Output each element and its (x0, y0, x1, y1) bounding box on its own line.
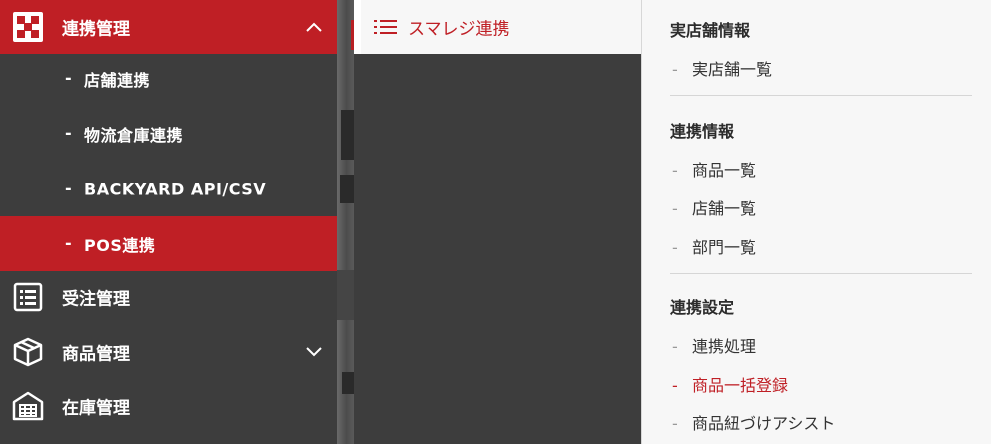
link-store-list[interactable]: - 店舗一覧 (672, 195, 756, 219)
link-physical-store-list[interactable]: - 実店舗一覧 (672, 56, 772, 80)
bullet-dash: - (672, 414, 678, 433)
background-shape (340, 175, 354, 203)
sidebar-item-label: 受注管理 (62, 289, 130, 310)
bullet-dash: - (672, 161, 678, 180)
submenu-item-label: BACKYARD API/CSV (84, 179, 267, 198)
link-label: 店舗一覧 (692, 199, 757, 218)
puzzle-icon (13, 12, 43, 42)
submenu-item-label: POS連携 (84, 235, 156, 255)
link-label: 商品一括登録 (692, 376, 789, 395)
submenu-item-backyard-api[interactable]: - BACKYARD API/CSV (0, 161, 337, 216)
sidebar-item-products[interactable]: 商品管理 (0, 325, 337, 379)
warehouse-icon (12, 391, 44, 421)
link-label: 連携処理 (692, 337, 757, 356)
bullet-dash: - (65, 123, 72, 143)
submenu-item-pos-integration[interactable]: - POS連携 (0, 216, 337, 271)
sidebar-item-label: 在庫管理 (62, 398, 130, 419)
bullet-dash: - (65, 178, 72, 198)
smaregi-integration-header[interactable]: スマレジ連携 (354, 0, 641, 54)
right-panel: 実店舗情報 - 実店舗一覧 連携情報 - 商品一覧 - 店舗一覧 - 部門一覧 連携設定… (641, 0, 991, 444)
section-title: 連携情報 (670, 122, 735, 141)
link-label: 部門一覧 (692, 238, 757, 257)
submenu-item-label: 物流倉庫連携 (84, 125, 184, 145)
link-integration-process[interactable]: - 連携処理 (672, 333, 756, 357)
submenu-item-store-integration[interactable]: - 店舗連携 (0, 51, 337, 106)
header-label: スマレジ連携 (408, 19, 510, 40)
sidebar-item-integration[interactable]: 連携管理 (0, 0, 337, 54)
sidebar-item-orders[interactable]: 受注管理 (0, 270, 337, 324)
sidebar-item-inventory[interactable]: 在庫管理 (0, 379, 337, 433)
bullet-dash: - (672, 337, 678, 356)
link-department-list[interactable]: - 部門一覧 (672, 234, 756, 258)
link-product-list[interactable]: - 商品一覧 (672, 157, 756, 181)
background-shape (342, 372, 354, 394)
bullet-dash: - (65, 233, 72, 253)
sidebar: 連携管理 - 店舗連携 - 物流倉庫連携 - BACKYARD API/CSV … (0, 0, 337, 444)
chevron-up-icon[interactable] (305, 21, 323, 33)
link-product-linking-assist[interactable]: - 商品紐づけアシスト (672, 410, 835, 434)
bullet-dash: - (672, 376, 678, 395)
box-icon (13, 337, 43, 367)
background-shape (341, 110, 354, 160)
background-page-strip (337, 0, 354, 444)
section-divider (670, 273, 972, 274)
sidebar-item-label: 連携管理 (62, 19, 130, 40)
bullet-dash: - (672, 238, 678, 257)
bullet-dash: - (65, 68, 72, 88)
link-label: 商品紐づけアシスト (692, 414, 836, 433)
sidebar-item-label: 商品管理 (62, 344, 130, 365)
link-label: 実店舗一覧 (692, 60, 773, 79)
submenu-item-warehouse-integration[interactable]: - 物流倉庫連携 (0, 106, 337, 161)
list-icon (13, 282, 43, 312)
list-lines-icon (374, 20, 397, 34)
section-title: 実店舗情報 (670, 21, 751, 40)
section-divider (670, 95, 972, 96)
bullet-dash: - (672, 60, 678, 79)
background-shape (337, 270, 354, 320)
bullet-dash: - (672, 199, 678, 218)
section-title: 連携設定 (670, 298, 735, 317)
link-label: 商品一覧 (692, 161, 757, 180)
link-bulk-product-registration[interactable]: - 商品一括登録 (672, 372, 788, 396)
chevron-down-icon[interactable] (305, 346, 323, 358)
submenu-item-label: 店舗連携 (84, 70, 151, 90)
middle-panel: スマレジ連携 (354, 0, 641, 444)
